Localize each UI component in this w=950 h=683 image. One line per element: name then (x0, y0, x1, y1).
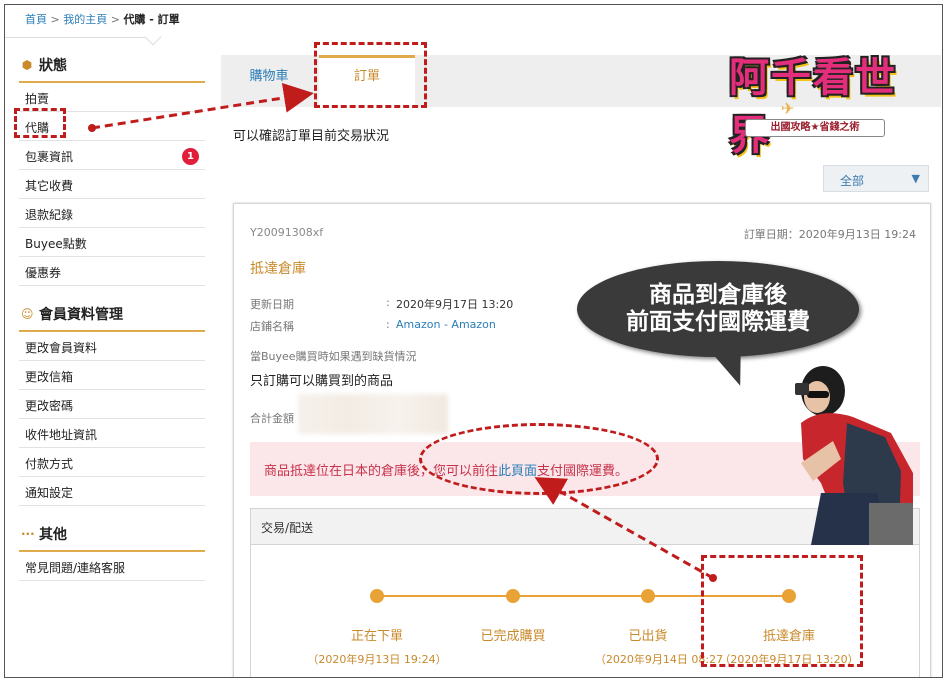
airplane-icon: ✈ (781, 99, 795, 118)
progress-step-dot (641, 589, 655, 603)
logo-title: 阿千看世界 (729, 55, 897, 159)
sidebar-section-title: 狀態 (39, 58, 67, 74)
sidebar-item-points[interactable]: Buyee點數 (19, 228, 205, 257)
progress-step-label: 已完成購買 (480, 629, 546, 644)
field-colon: : (386, 318, 390, 331)
screenshot-frame: 首頁 > 我的主頁 > 代購 - 訂單 ⬢ 狀態 拍賣 代購 包裹資訊 1 其它… (4, 4, 943, 678)
sidebar-section-title: 其他 (39, 527, 67, 543)
sidebar-item-label: 退款紀錄 (25, 207, 74, 222)
sidebar-item-edit-profile[interactable]: 更改會員資料 (19, 332, 205, 361)
tab-cart[interactable]: 購物車 (221, 55, 317, 107)
chevron-down-icon: ▼ (911, 172, 920, 185)
sidebar-item-label: 其它收費 (25, 178, 74, 193)
filter-selected-value: 全部 (840, 174, 865, 188)
sidebar-item-label: 收件地址資訊 (25, 427, 98, 442)
sidebar-item-coupons[interactable]: 優惠券 (19, 257, 205, 286)
sidebar-item-label: 包裹資訊 (25, 149, 74, 164)
sidebar-item-label: 通知設定 (25, 485, 74, 500)
sidebar-section-other: ··· 其他 (19, 518, 205, 552)
sidebar-item-notifications[interactable]: 通知設定 (19, 477, 205, 506)
updated-label: 更新日期 (250, 298, 294, 311)
person-photo (795, 366, 913, 545)
sidebar-item-package-info[interactable]: 包裹資訊 1 (19, 141, 205, 170)
order-id: Y20091308xf (250, 226, 324, 239)
ellipsis-icon: ··· (21, 527, 35, 541)
progress-step-label: 已出貨 (628, 629, 668, 644)
total-label: 合計金額 (250, 412, 294, 425)
sidebar-section-member: ☺ 會員資料管理 (19, 298, 205, 332)
sidebar-item-payment[interactable]: 付款方式 (19, 448, 205, 477)
progress-step-dot (506, 589, 520, 603)
stock-note-value: 只訂購可以購買到的商品 (250, 374, 394, 389)
breadcrumb-mypage[interactable]: 我的主頁 (63, 13, 107, 26)
annotation-box-proxy (14, 108, 66, 138)
updated-value: 2020年9月17日 13:20 (396, 298, 514, 311)
sidebar-item-refund-records[interactable]: 退款紀錄 (19, 199, 205, 228)
order-date: 訂單日期：2020年9月13日 19:24 (743, 228, 916, 241)
breadcrumb-home[interactable]: 首頁 (25, 13, 47, 26)
annotation-box-warehouse-step (701, 555, 863, 667)
sidebar-item-address[interactable]: 收件地址資訊 (19, 419, 205, 448)
store-link[interactable]: Amazon - Amazon (396, 318, 496, 331)
sidebar-item-label: 更改信箱 (25, 369, 74, 384)
box-icon: ⬢ (21, 58, 33, 72)
sidebar-item-label: 優惠券 (25, 265, 62, 280)
blog-logo: 阿千看世界 ✈ 出國攻略★省錢之術 (721, 43, 911, 159)
progress-step-date: （2020年9月13日 19:24） (307, 653, 447, 666)
field-colon: : (386, 296, 390, 309)
sidebar-item-other-fees[interactable]: 其它收費 (19, 170, 205, 199)
sidebar-item-faq[interactable]: 常見問題/連絡客服 (19, 552, 205, 581)
breadcrumb: 首頁 > 我的主頁 > 代購 - 訂單 (25, 11, 180, 27)
order-filter-select[interactable]: 全部 ▼ (823, 165, 929, 192)
bubble-line: 商品到倉庫後 (649, 282, 787, 308)
sidebar-item-label: 拍賣 (25, 91, 50, 106)
annotation-ellipse-link (419, 423, 659, 495)
progress-step-label: 正在下單 (350, 629, 403, 644)
sidebar-item-label: 更改密碼 (25, 398, 74, 413)
sidebar-item-label: Buyee點數 (25, 236, 87, 251)
breadcrumb-divider (5, 37, 155, 38)
stock-note-label: 當Buyee購買時如果遇到缺貨情況 (250, 350, 417, 363)
sidebar-section-status: ⬢ 狀態 (19, 49, 205, 83)
annotation-box-orders-tab (314, 42, 427, 108)
person-icon: ☺ (21, 307, 34, 321)
sidebar-item-label: 付款方式 (25, 456, 74, 471)
page-intro: 可以確認訂單目前交易狀況 (233, 129, 390, 144)
breadcrumb-separator: > (50, 13, 60, 26)
total-value-redacted (298, 394, 448, 434)
sidebar-item-label: 更改會員資料 (25, 340, 98, 355)
bubble-line: 前面支付國際運費 (626, 309, 810, 335)
progress-step-dot (370, 589, 384, 603)
speech-bubble-text: 商品到倉庫後 前面支付國際運費 (577, 282, 859, 336)
breadcrumb-separator: > (110, 13, 120, 26)
order-status: 抵達倉庫 (250, 261, 306, 277)
sidebar-item-label: 常見問題/連絡客服 (25, 560, 126, 575)
logo-subtitle: 出國攻略★省錢之術 (745, 119, 885, 137)
store-label: 店鋪名稱 (250, 320, 294, 333)
breadcrumb-current: 代購 - 訂單 (123, 13, 180, 26)
breadcrumb-pointer (144, 28, 162, 46)
sidebar-section-title: 會員資料管理 (39, 307, 123, 323)
notification-badge: 1 (182, 147, 199, 165)
sidebar-item-change-email[interactable]: 更改信箱 (19, 361, 205, 390)
sidebar-item-change-password[interactable]: 更改密碼 (19, 390, 205, 419)
